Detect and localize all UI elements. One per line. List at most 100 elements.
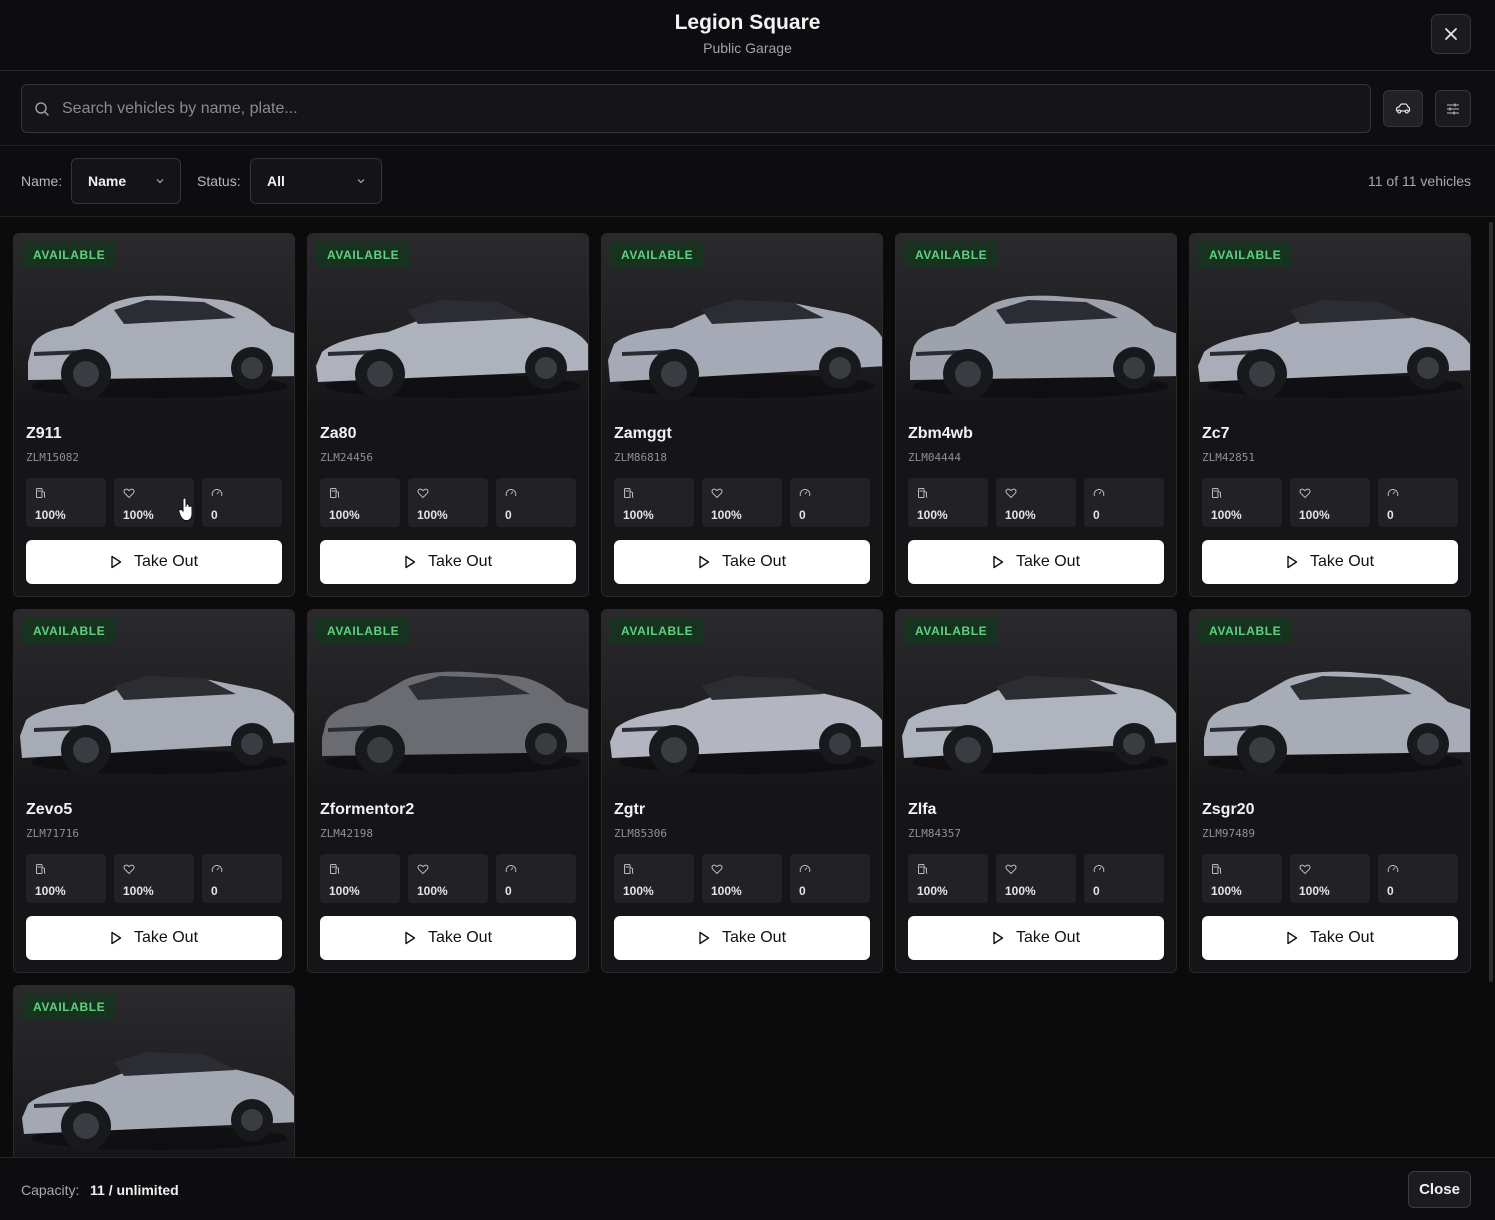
fuel-icon [624, 864, 634, 874]
gauge-icon [799, 489, 811, 497]
heart-icon [123, 488, 135, 499]
fuel-stat: 100% [26, 478, 106, 527]
heart-icon [1005, 864, 1017, 875]
vehicle-plate: ZLM86818 [614, 451, 667, 464]
vehicle-image-frame: AVAILABLE [602, 610, 882, 790]
mileage-value: 0 [799, 884, 806, 898]
gauge-icon [1387, 489, 1399, 497]
fuel-stat: 100% [614, 854, 694, 903]
play-icon [993, 555, 1004, 569]
search-box[interactable] [21, 84, 1371, 133]
mileage-stat: 0 [202, 478, 282, 527]
play-icon [699, 555, 710, 569]
take-out-label: Take Out [133, 929, 199, 946]
engine-value: 100% [1299, 884, 1330, 898]
capacity-label: Capacity: [21, 1182, 80, 1198]
heart-icon [1005, 488, 1017, 499]
mileage-value: 0 [1093, 884, 1100, 898]
status-badge: AVAILABLE [1198, 242, 1293, 268]
vehicle-card[interactable]: AVAILABLE Zbm4wb ZLM04444 100% 100% 0 Take Out [895, 233, 1177, 597]
gauge-icon [1093, 865, 1105, 873]
take-out-button[interactable]: Take Out [908, 540, 1164, 584]
mileage-stat: 0 [496, 854, 576, 903]
mileage-value: 0 [799, 508, 806, 522]
vehicle-plate: ZLM24456 [320, 451, 373, 464]
vehicle-type-button[interactable] [1383, 90, 1423, 127]
vehicle-name: Zlfa [908, 801, 937, 818]
filter-bar: Name: Name Status: All 11 of 11 vehicles [0, 146, 1495, 217]
vehicle-card[interactable]: AVAILABLE Zlfa ZLM84357 100% 100% 0 Take Out [895, 609, 1177, 973]
fuel-value: 100% [1211, 884, 1242, 898]
vehicle-card[interactable]: AVAILABLE Zgtr ZLM85306 100% 100% 0 Take Out [601, 609, 883, 973]
vehicle-card[interactable]: AVAILABLE Zamggt ZLM86818 100% 100% 0 Take Out [601, 233, 883, 597]
vehicle-image-frame: AVAILABLE [896, 610, 1176, 790]
close-button-label: Close [1419, 1181, 1460, 1198]
vehicle-plate: ZLM42851 [1202, 451, 1255, 464]
take-out-label: Take Out [1309, 929, 1375, 946]
sort-select[interactable]: Name [71, 158, 181, 204]
vehicle-plate: ZLM84357 [908, 827, 961, 840]
vehicle-name: Z911 [26, 425, 62, 442]
fuel-icon [330, 488, 340, 498]
header-close-button[interactable] [1431, 14, 1471, 54]
vehicle-card[interactable]: AVAILABLE [13, 985, 295, 1157]
play-icon [699, 931, 710, 945]
take-out-button[interactable]: Take Out [320, 916, 576, 960]
mileage-stat: 0 [1378, 478, 1458, 527]
take-out-button[interactable]: Take Out [614, 540, 870, 584]
garage-header: Legion Square Public Garage [0, 0, 1495, 71]
fuel-stat: 100% [26, 854, 106, 903]
status-select[interactable]: All [250, 158, 382, 204]
take-out-button[interactable]: Take Out [1202, 540, 1458, 584]
vehicle-plate: ZLM71716 [26, 827, 79, 840]
take-out-button[interactable]: Take Out [26, 540, 282, 584]
take-out-button[interactable]: Take Out [614, 916, 870, 960]
vehicle-image-frame: AVAILABLE [14, 986, 294, 1157]
search-input[interactable] [62, 99, 1262, 118]
vehicle-name: Zevo5 [26, 801, 73, 818]
mileage-value: 0 [211, 508, 218, 522]
fuel-value: 100% [623, 508, 654, 522]
heart-icon [417, 488, 429, 499]
take-out-label: Take Out [427, 929, 493, 946]
take-out-button[interactable]: Take Out [320, 540, 576, 584]
vehicle-card[interactable]: AVAILABLE Zformentor2 ZLM42198 100% 100% 0 Tak… [307, 609, 589, 973]
fuel-icon [330, 864, 340, 874]
engine-stat: 100% [996, 854, 1076, 903]
grid-scrollbar[interactable] [1489, 222, 1493, 982]
status-badge: AVAILABLE [22, 618, 117, 644]
heart-icon [711, 864, 723, 875]
take-out-button[interactable]: Take Out [908, 916, 1164, 960]
search-icon [35, 101, 49, 116]
vehicle-plate: ZLM85306 [614, 827, 667, 840]
garage-title: Legion Square [674, 11, 821, 34]
filter-options-button[interactable] [1435, 90, 1471, 127]
play-icon [1287, 555, 1298, 569]
take-out-label: Take Out [1015, 929, 1081, 946]
engine-stat: 100% [996, 478, 1076, 527]
close-button[interactable]: Close [1408, 1171, 1471, 1208]
gauge-icon [799, 865, 811, 873]
fuel-stat: 100% [320, 478, 400, 527]
play-icon [111, 931, 122, 945]
vehicle-image-frame: AVAILABLE [896, 234, 1176, 414]
vehicle-card[interactable]: AVAILABLE Zevo5 ZLM71716 100% 100% 0 Take Out [13, 609, 295, 973]
vehicle-card[interactable]: AVAILABLE Za80 ZLM24456 100% 100% 0 Take Out [307, 233, 589, 597]
vehicle-image-frame: AVAILABLE [14, 610, 294, 790]
vehicle-name: Zbm4wb [908, 425, 973, 442]
vehicle-card[interactable]: AVAILABLE Z911 ZLM15082 100% 100% 0 Take Out [13, 233, 295, 597]
fuel-value: 100% [329, 884, 360, 898]
vehicle-name: Zformentor2 [320, 801, 415, 818]
vehicle-card[interactable]: AVAILABLE Zsgr20 ZLM97489 100% 100% 0 Take Out [1189, 609, 1471, 973]
fuel-icon [1212, 864, 1222, 874]
vehicle-image-frame: AVAILABLE [1190, 234, 1470, 414]
fuel-stat: 100% [614, 478, 694, 527]
take-out-label: Take Out [1309, 553, 1375, 570]
vehicle-card[interactable]: AVAILABLE Zc7 ZLM42851 100% 100% 0 Take Out [1189, 233, 1471, 597]
take-out-button[interactable]: Take Out [26, 916, 282, 960]
take-out-button[interactable]: Take Out [1202, 916, 1458, 960]
play-icon [405, 555, 416, 569]
fuel-icon [1212, 488, 1222, 498]
gauge-icon [1387, 865, 1399, 873]
mileage-value: 0 [211, 884, 218, 898]
